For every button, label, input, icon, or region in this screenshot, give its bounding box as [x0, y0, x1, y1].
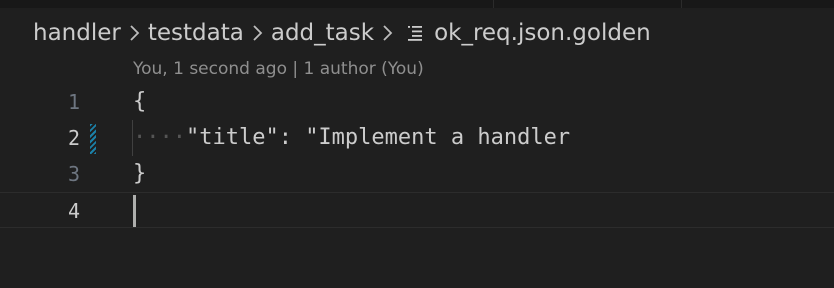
whitespace-dots: ····	[133, 125, 186, 150]
breadcrumb-file[interactable]: ok_req.json.golden	[434, 20, 651, 46]
breadcrumb-item-testdata[interactable]: testdata	[148, 20, 244, 46]
editor-line[interactable]: 1 {	[0, 84, 834, 120]
editor-tab-strip	[0, 0, 834, 8]
line-code-text: "title": "Implement a handler	[185, 125, 571, 150]
editor-line[interactable]: 3 }	[0, 156, 834, 192]
line-code[interactable]: {	[133, 84, 146, 120]
line-code[interactable]: }	[133, 156, 146, 192]
breadcrumb: handler testdata add_task ok_req.json.go…	[33, 17, 651, 49]
line-code[interactable]: ····"title": "Implement a handler	[133, 120, 570, 156]
tab-divider	[681, 0, 682, 8]
file-lines-icon	[407, 24, 423, 42]
line-number: 1	[67, 90, 80, 114]
text-cursor	[133, 195, 136, 227]
git-blame-codelens[interactable]: You, 1 second ago | 1 author (You)	[133, 59, 424, 79]
line-number: 4	[67, 199, 80, 223]
editor-line[interactable]: 2 ····"title": "Implement a handler	[0, 120, 834, 156]
line-number: 3	[67, 162, 80, 186]
chevron-right-icon	[382, 24, 393, 42]
line-number: 2	[67, 126, 80, 150]
breadcrumb-item-handler[interactable]: handler	[33, 20, 121, 46]
chevron-right-icon	[252, 24, 263, 42]
tab-divider	[493, 0, 494, 8]
chevron-right-icon	[129, 24, 140, 42]
breadcrumb-item-add-task[interactable]: add_task	[271, 20, 374, 46]
modified-line-indicator[interactable]	[90, 124, 96, 154]
current-line[interactable]: 4	[0, 192, 834, 228]
